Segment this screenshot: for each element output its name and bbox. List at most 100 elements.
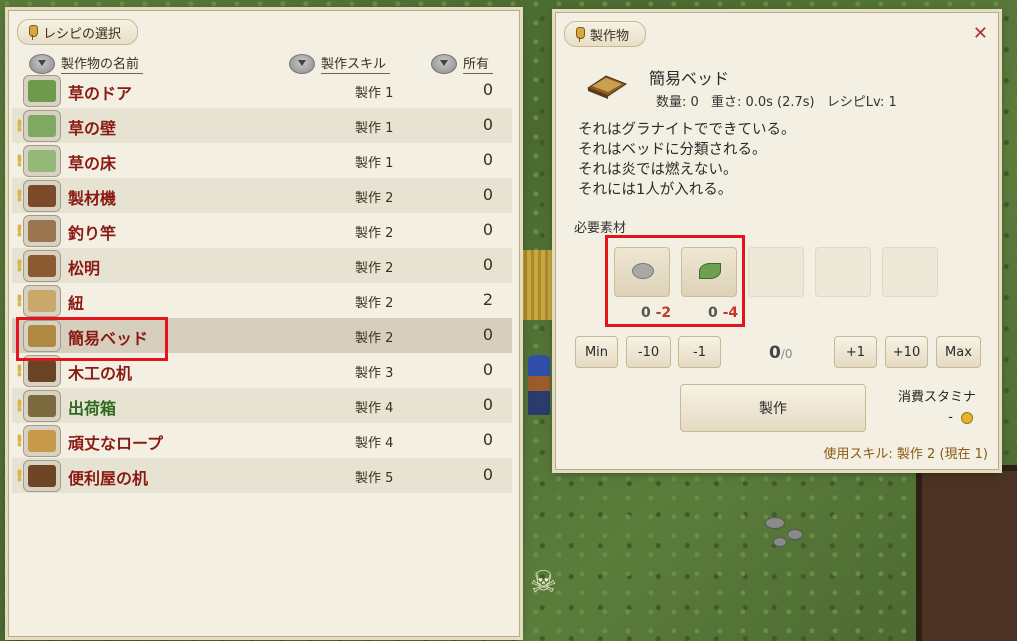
stamina-label: 消費スタミナ (897, 390, 976, 405)
quantity-max: /0 (780, 347, 793, 361)
recipe-owned: 0 (482, 150, 493, 169)
recipe-skill: 製作 1 (355, 121, 394, 136)
recipe-level-stat: レシピLv: 1 (826, 95, 897, 110)
pin-icon (28, 24, 38, 40)
recipe-row[interactable]: 草のドア 製作 1 0 (12, 73, 512, 108)
recipe-name: 木工の机 (68, 364, 133, 383)
min-button[interactable]: Min (575, 336, 618, 368)
recipe-row[interactable]: ! 草の壁 製作 10 (12, 108, 512, 143)
recipe-name: 釣り竿 (68, 224, 117, 243)
sort-by-skill-header[interactable]: 製作スキル (289, 53, 391, 74)
player-character (528, 355, 550, 415)
skill-used-text: 使用スキル: 製作 2 (現在 1) (823, 447, 988, 462)
recipe-name: 出荷箱 (68, 399, 117, 418)
recipe-row[interactable]: ! 頑丈なロープ 製作 40 (12, 423, 512, 458)
selection-highlight-box (16, 317, 168, 361)
sort-by-owned-header[interactable]: 所有 (431, 53, 494, 74)
item-icon (23, 145, 61, 177)
sort-by-name-header[interactable]: 製作物の名前 (29, 53, 144, 74)
item-icon (23, 285, 61, 317)
close-icon[interactable]: ✕ (973, 23, 988, 44)
recipe-owned: 0 (482, 220, 493, 239)
description-line: それには1人が入れる。 (578, 182, 733, 198)
recipe-name: 松明 (68, 259, 101, 278)
recipe-skill: 製作 5 (355, 471, 394, 486)
recipe-name: 製材機 (68, 189, 117, 208)
stamina-cost: - (948, 410, 973, 425)
item-icon (23, 460, 61, 492)
recipe-owned: 0 (482, 430, 493, 449)
recipe-owned: 0 (482, 115, 493, 134)
recipe-skill: 製作 2 (355, 261, 394, 276)
recipe-row[interactable]: ! 草の床 製作 10 (12, 143, 512, 178)
description-line: それは炎では燃えない。 (578, 162, 738, 178)
recipe-skill: 製作 2 (355, 226, 394, 241)
panel-title-tab: レシピの選択 (17, 19, 139, 45)
craft-button[interactable]: 製作 (680, 384, 866, 432)
hay-patch (520, 250, 560, 320)
description-line: それはグラナイトでできている。 (578, 122, 796, 138)
recipe-skill: 製作 2 (355, 191, 394, 206)
stamina-coin-icon (961, 411, 973, 424)
max-button[interactable]: Max (936, 336, 981, 368)
recipe-row[interactable]: ! 出荷箱 製作 40 (12, 388, 512, 423)
plus10-button[interactable]: +10 (885, 336, 928, 368)
house-wall (916, 465, 1017, 641)
panel-title-tab: 製作物 (564, 21, 647, 47)
recipe-row[interactable]: ! 紐製作 22 (12, 283, 512, 318)
recipe-skill: 製作 2 (355, 331, 394, 346)
owned-header-label: 所有 (463, 53, 494, 74)
recipe-owned: 0 (482, 395, 493, 414)
recipe-name: 草のドア (68, 84, 133, 103)
recipe-skill: 製作 1 (355, 86, 394, 101)
recipe-owned: 2 (482, 290, 493, 309)
sort-icon[interactable] (431, 53, 457, 74)
recipe-row[interactable]: ! 釣り竿 製作 20 (12, 213, 512, 248)
plus1-button[interactable]: +1 (834, 336, 877, 368)
item-icon (23, 425, 61, 457)
recipe-row[interactable]: ! 製材機 製作 20 (12, 178, 512, 213)
sort-icon[interactable] (29, 53, 55, 74)
item-icon (23, 75, 61, 107)
material-slot-empty (882, 247, 938, 297)
recipe-name: 便利屋の机 (68, 469, 149, 488)
recipe-owned: 0 (482, 325, 493, 344)
recipe-owned: 0 (482, 360, 493, 379)
product-name: 簡易ベッド (649, 69, 730, 88)
quantity-current: 0 (769, 343, 781, 363)
name-header-label: 製作物の名前 (61, 53, 144, 74)
quantity-display: 0/0 (769, 343, 793, 363)
recipe-name: 紐 (68, 294, 85, 313)
materials-highlight-box (605, 235, 745, 327)
recipe-row[interactable]: ! 便利屋の机 製作 50 (12, 458, 512, 493)
item-icon (23, 180, 61, 212)
recipe-skill: 製作 1 (355, 156, 394, 171)
recipe-selection-panel: レシピの選択 製作物の名前 製作スキル 所有 草のドア 製作 1 0! 草の壁 製作 1… (8, 10, 520, 637)
simple-bed-icon (586, 75, 628, 99)
weight-stat: 重さ: 0.0s (2.7s) (710, 95, 815, 110)
stones (765, 515, 825, 550)
recipe-owned: 0 (482, 465, 493, 484)
minus1-button[interactable]: -1 (678, 336, 721, 368)
recipe-list: 草のドア 製作 1 0! 草の壁 製作 1 0! 草の床 製作 1 0! 製材機 製作 2 0! 釣り竿… (12, 73, 512, 493)
recipe-row[interactable]: ! 松明 製作 20 (12, 248, 512, 283)
panel-title: 製作物 (590, 28, 630, 44)
item-icon (23, 215, 61, 247)
product-description: それはグラナイトでできている。 それはベッドに分類される。 それは炎では燃えない… (578, 120, 796, 200)
stamina-value: - (948, 410, 953, 425)
sort-icon[interactable] (289, 53, 315, 74)
materials-label: 必要素材 (574, 221, 627, 236)
panel-title: レシピの選択 (43, 26, 122, 42)
recipe-name: 草の床 (68, 154, 117, 173)
recipe-skill: 製作 3 (355, 366, 394, 381)
recipe-name: 頑丈なロープ (68, 434, 164, 453)
recipe-skill: 製作 4 (355, 436, 394, 451)
quantity-stat: 数量: 0 (656, 95, 699, 110)
minus10-button[interactable]: -10 (626, 336, 671, 368)
recipe-skill: 製作 4 (355, 401, 394, 416)
item-icon (23, 110, 61, 142)
recipe-owned: 0 (482, 80, 493, 99)
material-slot-empty (748, 247, 804, 297)
craft-panel: 製作物 ✕ 簡易ベッド 数量: 0 重さ: 0.0s (2.7s) レシピLv:… (555, 12, 999, 470)
item-icon (23, 390, 61, 422)
